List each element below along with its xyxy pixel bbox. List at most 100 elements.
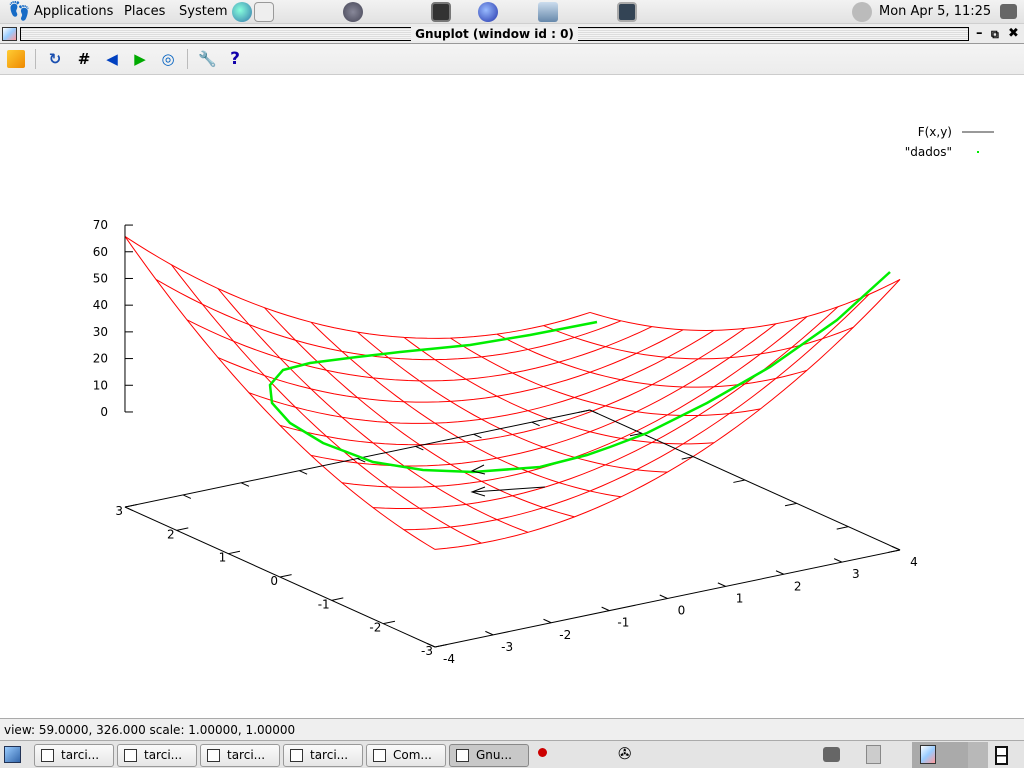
workspace-switcher-icon[interactable] [995, 746, 1008, 765]
cube-icon[interactable] [538, 2, 558, 22]
y-tick-mirror [733, 479, 746, 483]
grid-icon[interactable]: # [75, 50, 93, 68]
z-tick-label: 70 [93, 218, 108, 232]
tux-applet-icon[interactable]: ✇ [618, 744, 631, 763]
x-tick [775, 570, 784, 575]
task-label: tarci... [310, 748, 349, 762]
record-icon[interactable] [538, 748, 547, 757]
menu-applications[interactable]: Applications [34, 4, 113, 19]
help-icon[interactable]: ? [226, 50, 244, 68]
toolbar-separator [187, 49, 188, 69]
toolbar: ↻ # ◀ ▶ ◎ 🔧 ? [0, 44, 1024, 75]
y-tick-mirror [836, 526, 849, 530]
y-tick-label: -1 [318, 597, 330, 611]
z-tick-label: 10 [93, 378, 108, 392]
y-tick-mirror [888, 549, 901, 553]
x-tick [485, 630, 494, 636]
task-label: tarci... [227, 748, 266, 762]
copy-to-clipboard-icon[interactable] [7, 50, 25, 68]
y-tick [228, 550, 241, 555]
y-tick-label: -2 [369, 621, 381, 635]
y-tick [279, 574, 292, 578]
gimp-icon[interactable] [343, 2, 363, 22]
previous-zoom-icon[interactable]: ◀ [103, 50, 121, 68]
z-tick-label: 50 [93, 271, 108, 285]
x-tick-label: 3 [852, 567, 860, 581]
x-tick-label: 2 [794, 579, 802, 593]
close-button[interactable]: ✖ [1008, 26, 1019, 41]
workspace-2[interactable] [968, 742, 988, 768]
x-tick [601, 606, 610, 612]
surface-plot[interactable]: -4-3-2-1012343210-1-2-3706050403020100 F… [0, 75, 1024, 718]
web-browser-icon[interactable] [232, 2, 252, 22]
plot-canvas[interactable]: -4 -3 -2 -1 0 1 2 3 4 3 2 1 0 -1 -2 -3 70 60 50 40 30 20 10 0 F… [0, 75, 1024, 718]
task-label: tarci... [144, 748, 183, 762]
taskbar-task[interactable]: Gnu... [449, 744, 529, 767]
show-desktop-icon[interactable] [4, 746, 21, 763]
legend-label-fxy: F(x,y) [918, 125, 952, 139]
screenshot-icon[interactable] [1000, 4, 1017, 19]
taskbar-task[interactable]: tarci... [283, 744, 363, 767]
gnuplot-window-icon[interactable] [2, 27, 17, 41]
y-tick-label: 0 [270, 574, 278, 588]
x-tick-mirror [531, 421, 540, 427]
taskbar-task[interactable]: tarci... [34, 744, 114, 767]
y-tick [331, 597, 344, 601]
taskbar-task[interactable]: Com... [366, 744, 446, 767]
base-edge-back [124, 409, 591, 508]
y-tick [176, 527, 189, 531]
next-zoom-icon[interactable]: ▶ [131, 50, 149, 68]
x-tick-mirror [182, 494, 192, 499]
window-icon [41, 749, 54, 762]
x-tick [892, 546, 901, 551]
mail-clock-icon[interactable] [254, 2, 274, 22]
y-tick [434, 644, 447, 648]
wrench-icon[interactable]: 🔧 [198, 50, 217, 68]
surface-mesh [124, 235, 901, 550]
legend: F(x,y) "dados" [905, 125, 994, 159]
window-title: Gnuplot (window id : 0) [411, 27, 578, 41]
menu-places[interactable]: Places [124, 4, 165, 19]
taskbar: tarci... tarci... tarci... tarci... Com... Gn… [0, 741, 1024, 768]
workspace-1[interactable] [912, 742, 968, 768]
y-tick [124, 504, 137, 508]
plot-axes [124, 224, 901, 648]
autoscale-icon[interactable]: ◎ [159, 50, 177, 68]
menu-system[interactable]: System [179, 4, 227, 19]
top-panel: 👣 Applications Places System Mon Apr 5, … [0, 0, 1024, 24]
clock[interactable]: Mon Apr 5, 11:25 [879, 4, 991, 19]
status-bar: view: 59.0000, 326.000 scale: 1.00000, 1… [0, 718, 1024, 741]
z-tick-label: 60 [93, 245, 108, 259]
terminal-icon[interactable] [431, 2, 451, 22]
drawer-icon[interactable] [866, 745, 881, 764]
z-tick-label: 30 [93, 325, 108, 339]
maximize-button[interactable]: ⧉ [991, 28, 999, 42]
x-tick-label: 1 [736, 591, 744, 605]
task-label: Com... [393, 748, 432, 762]
display-icon[interactable] [617, 2, 637, 22]
window-icon [373, 749, 386, 762]
x-tick-label: -4 [443, 652, 455, 666]
gnome-foot-icon[interactable]: 👣 [8, 1, 30, 22]
x-tick [833, 558, 843, 563]
legend-label-dados: "dados" [905, 145, 952, 159]
network-monitor-icon[interactable] [852, 2, 872, 22]
y-tick-label: 2 [167, 527, 175, 541]
network-globe-icon[interactable] [478, 2, 498, 22]
workspace-window-icon [920, 745, 936, 764]
x-tick-label: 4 [910, 555, 918, 569]
window-title-bar[interactable]: Gnuplot (window id : 0) [20, 27, 969, 41]
window-icon [207, 749, 220, 762]
x-tick-label: 0 [678, 604, 686, 618]
taskbar-task[interactable]: tarci... [117, 744, 197, 767]
replot-icon[interactable]: ↻ [46, 50, 64, 68]
x-tick [659, 594, 668, 599]
window-titlebar[interactable]: Gnuplot (window id : 0) – ⧉ ✖ [0, 24, 1024, 44]
camera-icon[interactable] [823, 747, 840, 762]
x-tick [543, 618, 552, 624]
window-icon [456, 749, 469, 762]
surface-isoline [310, 323, 777, 467]
taskbar-task[interactable]: tarci... [200, 744, 280, 767]
minimize-button[interactable]: – [976, 26, 983, 41]
surface-isoline [124, 235, 591, 339]
